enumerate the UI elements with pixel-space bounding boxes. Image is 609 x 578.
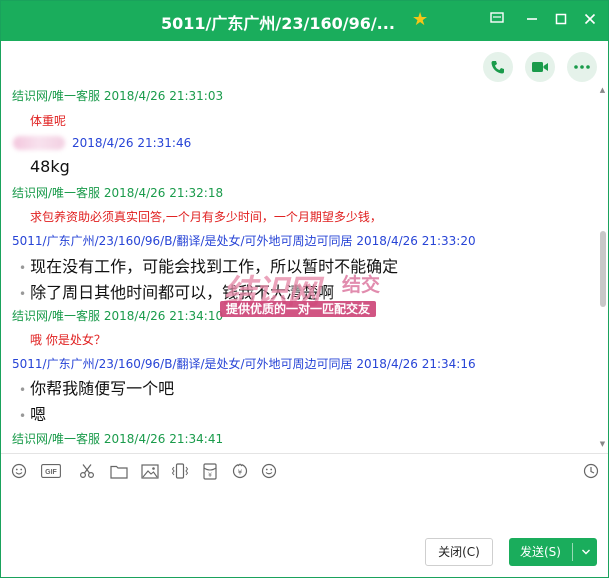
scrollbar-thumb[interactable]	[600, 231, 606, 307]
svg-text:¥: ¥	[238, 469, 243, 477]
phone-icon	[491, 61, 504, 74]
emoji-icon[interactable]	[9, 461, 29, 481]
title-bar[interactable]: 5011/广东广州/23/160/96/... ★	[1, 1, 608, 41]
svg-text:¥: ¥	[208, 472, 212, 479]
video-icon	[532, 62, 548, 72]
chevron-down-icon[interactable]	[578, 538, 594, 576]
message-text: • 你帮我随便写一个吧	[19, 379, 175, 398]
message-header: 结识网/唯一客服 2018/4/26 21:31:03	[12, 89, 224, 103]
message-input[interactable]	[9, 487, 599, 531]
shake-icon[interactable]	[170, 461, 190, 481]
chat-window: 5011/广东广州/23/160/96/... ★ 结识网/唯一客服 2018/…	[0, 0, 609, 578]
blurred-sender-name	[13, 136, 65, 150]
watermark-slogan: 提供优质的一对一匹配交友	[220, 301, 377, 317]
svg-text:GIF: GIF	[45, 469, 57, 476]
message-header: 5011/广东广州/23/160/96/B/翻译/是处女/可外地可周边可同居 2…	[12, 234, 476, 248]
message-header: 结识网/唯一客服 2018/4/26 21:34:10	[12, 309, 224, 323]
scroll-down-icon[interactable]: ▼	[598, 439, 607, 449]
more-options-button[interactable]	[567, 52, 597, 82]
minimize-icon[interactable]	[520, 7, 544, 33]
close-button[interactable]: 关闭(C)	[425, 538, 493, 566]
more-icon	[574, 65, 590, 69]
message-text: 48kg	[30, 157, 70, 176]
message-header: 结识网/唯一客服 2018/4/26 21:34:41	[12, 432, 224, 446]
close-icon[interactable]	[578, 7, 602, 33]
scissors-icon[interactable]	[77, 461, 97, 481]
message-header: 5011/广东广州/23/160/96/B/翻译/是处女/可外地可周边可同居 2…	[12, 357, 476, 371]
message-header: 2018/4/26 21:31:46	[72, 136, 192, 150]
chat-history[interactable]: 结识网/唯一客服 2018/4/26 21:31:03 体重呢 2018/4/2…	[1, 83, 597, 453]
image-icon[interactable]	[140, 461, 160, 481]
gif-icon[interactable]: GIF	[40, 461, 62, 481]
send-button-divider	[572, 543, 573, 561]
history-clock-icon[interactable]	[581, 461, 601, 481]
message-text: 求包养资助必须真实回答,一个月有多少时间，一个月期望多少钱，	[30, 210, 382, 224]
red-packet-icon[interactable]: ¥	[200, 461, 220, 481]
message-text: 体重呢	[30, 114, 67, 128]
star-icon[interactable]: ★	[412, 9, 428, 30]
divider	[1, 453, 608, 454]
message-text: 哦 你是处女？	[30, 333, 106, 347]
chat-scrollbar[interactable]: ▲ ▼	[597, 83, 608, 453]
folder-icon[interactable]	[109, 461, 129, 481]
watermark-sub-text: 结交	[342, 274, 381, 296]
phone-call-button[interactable]	[483, 52, 513, 82]
maximize-icon[interactable]	[549, 7, 573, 33]
transfer-icon[interactable]: ¥	[230, 461, 250, 481]
send-button[interactable]: 发送(S)	[509, 538, 597, 566]
watermark-logo: 结识网 结交 提供优质的一对一匹配交友	[217, 271, 395, 317]
message-header: 结识网/唯一客服 2018/4/26 21:32:18	[12, 186, 224, 200]
chat-toolbar	[1, 41, 608, 89]
smile-icon[interactable]	[259, 461, 279, 481]
message-text: • 嗯	[19, 405, 47, 424]
send-button-label: 发送(S)	[520, 545, 561, 559]
settings-icon[interactable]	[485, 7, 509, 33]
window-title: 5011/广东广州/23/160/96/...	[161, 14, 395, 33]
input-toolbar: GIF ¥ ¥	[1, 456, 608, 486]
video-call-button[interactable]	[525, 52, 555, 82]
scroll-up-icon[interactable]: ▲	[598, 85, 607, 95]
